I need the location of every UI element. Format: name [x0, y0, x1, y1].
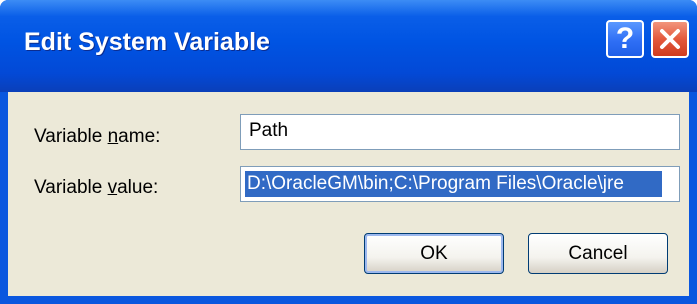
variable-name-input[interactable]: Path [240, 114, 680, 150]
help-icon: ? [615, 22, 635, 55]
dialog-window: Edit System Variable ? Variable name: Pa… [0, 0, 697, 304]
close-icon [660, 29, 680, 49]
variable-value-input[interactable]: D:\OracleGM\bin;C:\Program Files\Oracle\… [240, 166, 680, 202]
window-title: Edit System Variable [24, 28, 270, 56]
variable-name-label: Variable name: [34, 126, 161, 147]
variable-value-label: Variable value: [34, 177, 159, 198]
variable-value-selected-text: D:\OracleGM\bin;C:\Program Files\Oracle\… [245, 171, 662, 197]
ok-button[interactable]: OK [364, 233, 504, 274]
title-bar[interactable]: Edit System Variable ? [0, 0, 697, 92]
variable-name-value: Path [249, 120, 289, 141]
dialog-body: Variable name: Path Variable value: D:\O… [8, 92, 689, 296]
help-button[interactable]: ? [606, 20, 644, 58]
close-button[interactable] [651, 20, 689, 58]
cancel-button[interactable]: Cancel [528, 233, 668, 274]
